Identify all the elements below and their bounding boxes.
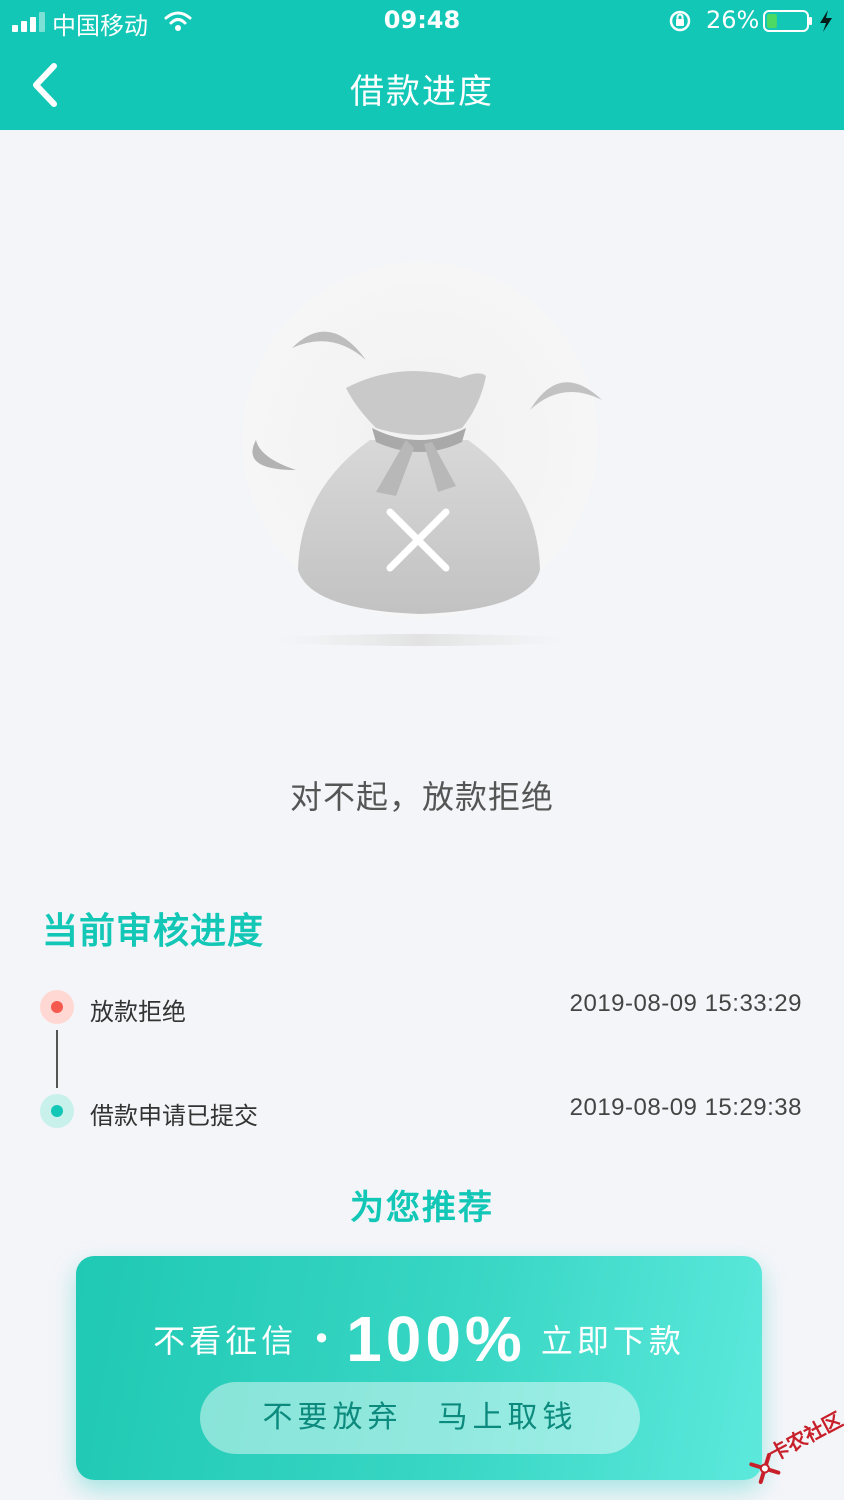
promo-percent: 100% (346, 1303, 526, 1375)
timeline-dot-rejected (40, 990, 74, 1024)
promo-right-text: 立即下款 (540, 1322, 685, 1360)
rotation-lock-icon (669, 10, 691, 32)
watermark-text: 卡农社区 (764, 1407, 844, 1466)
recommend-title: 为您推荐 (350, 1188, 494, 1228)
page-title: 借款进度 (350, 72, 494, 112)
progress-section-title: 当前审核进度 (42, 911, 265, 952)
timeline-dot-inner (51, 1001, 63, 1013)
step-label-rejected: 放款拒绝 (90, 998, 186, 1026)
money-bag-rejected-icon (242, 262, 602, 646)
step-time-submitted: 2019-08-09 15:29:38 (569, 1094, 802, 1121)
get-money-button[interactable]: 不要放弃 马上取钱 (200, 1382, 640, 1454)
step-label-submitted: 借款申请已提交 (90, 1102, 258, 1130)
timeline-dot-inner (51, 1105, 63, 1117)
reject-message: 对不起，放款拒绝 (289, 778, 554, 816)
promo-headline: 不看征信 • 100% 立即下款 (76, 1302, 762, 1376)
battery-percent: 26% (706, 6, 760, 34)
battery-icon (763, 10, 812, 32)
charging-bolt-icon (820, 10, 832, 32)
promo-separator: • (312, 1320, 332, 1358)
navigation-header: 中国移动 09:48 26% 借款进度 (0, 0, 844, 130)
timeline-dot-submitted (40, 1094, 74, 1128)
loan-promo-banner[interactable]: 不看征信 • 100% 立即下款 不要放弃 马上取钱 (76, 1256, 762, 1480)
promo-left-text: 不看征信 (153, 1322, 298, 1360)
timeline-connector (56, 1030, 58, 1088)
status-bar: 中国移动 09:48 26% (0, 0, 844, 44)
step-time-rejected: 2019-08-09 15:33:29 (569, 990, 802, 1017)
